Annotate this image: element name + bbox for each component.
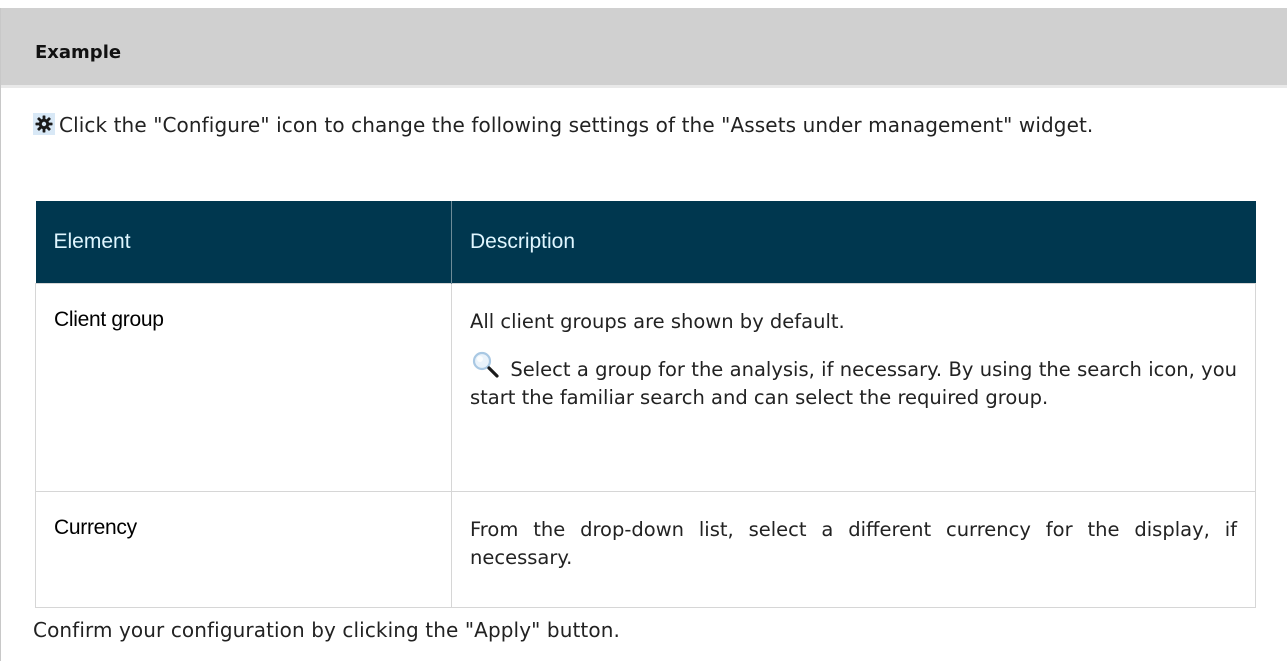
element-cell: Client group xyxy=(35,282,452,492)
table-row: Currency From the drop-down list, select… xyxy=(35,490,1256,608)
description-text-2: Select a group for the analysis, if nece… xyxy=(470,357,1237,409)
description-cell: All client groups are shown by default. … xyxy=(451,282,1256,492)
search-icon xyxy=(470,350,504,380)
description-text: From the drop-down list, select a differ… xyxy=(470,517,1237,569)
column-header-element: Element xyxy=(35,201,452,283)
column-header-description: Description xyxy=(451,201,1256,283)
example-title: Example xyxy=(35,42,122,63)
example-header: Example xyxy=(1,8,1287,88)
element-cell: Currency xyxy=(35,490,452,608)
description-text-search: Select a group for the analysis, if nece… xyxy=(470,350,1237,412)
element-name: Currency xyxy=(54,515,137,539)
settings-table: Element Description Client group All cli… xyxy=(35,201,1256,608)
footer-text: Confirm your configuration by clicking t… xyxy=(33,618,620,642)
table-row: Client group All client groups are shown… xyxy=(35,282,1256,492)
intro-paragraph: Click the "Configure" icon to change the… xyxy=(33,112,1255,139)
table-header-row: Element Description xyxy=(35,201,1256,283)
description-text: All client groups are shown by default. xyxy=(470,309,845,333)
gear-icon xyxy=(33,113,55,135)
element-name: Client group xyxy=(54,307,164,331)
description-cell: From the drop-down list, select a differ… xyxy=(451,490,1256,608)
intro-text: Click the "Configure" icon to change the… xyxy=(59,113,1094,137)
